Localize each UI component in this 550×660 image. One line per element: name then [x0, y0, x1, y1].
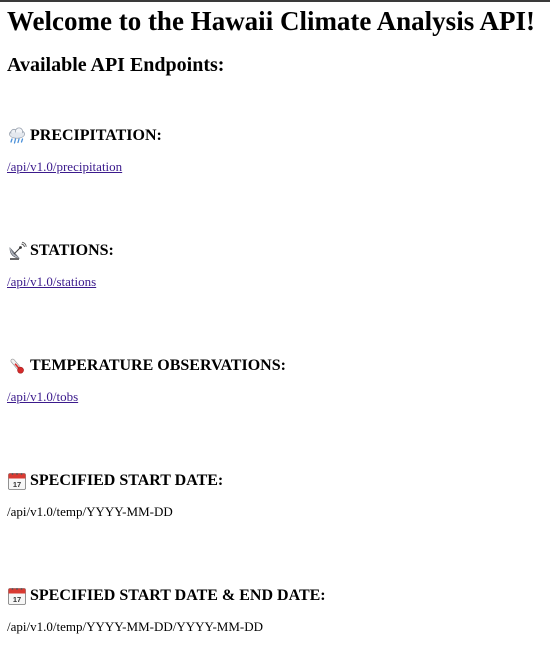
endpoint-label: TEMPERATURE OBSERVATIONS: [30, 357, 286, 374]
endpoint-heading: 17 SPECIFIED START DATE & END DATE: [7, 585, 547, 607]
endpoint-heading: TEMPERATURE OBSERVATIONS: [7, 355, 547, 377]
endpoint-label: SPECIFIED START DATE & END DATE: [30, 587, 326, 604]
endpoint-path-text: /api/v1.0/temp/YYYY-MM-DD/YYYY-MM-DD [7, 619, 264, 634]
calendar-icon: 17 [7, 471, 27, 491]
endpoint-temperature-observations: TEMPERATURE OBSERVATIONS: /api/v1.0/tobs [7, 355, 547, 406]
rain-cloud-icon [7, 126, 27, 146]
endpoint-start-date: 17 SPECIFIED START DATE: /api/v1.0/temp/… [7, 470, 547, 521]
top-border [0, 0, 550, 2]
endpoint-label: PRECIPITATION: [30, 127, 162, 144]
endpoint-link[interactable]: /api/v1.0/stations [7, 274, 96, 290]
endpoint-link[interactable]: /api/v1.0/tobs [7, 389, 78, 405]
calendar-icon: 17 [7, 586, 27, 606]
svg-text:17: 17 [13, 595, 21, 604]
endpoint-heading: PRECIPITATION: [7, 125, 547, 147]
endpoint-path-text: /api/v1.0/temp/YYYY-MM-DD [7, 504, 173, 519]
endpoint-heading: 17 SPECIFIED START DATE: [7, 470, 547, 492]
thermometer-icon [7, 356, 27, 376]
endpoint-heading: STATIONS: [7, 240, 547, 262]
endpoint-stations: STATIONS: /api/v1.0/stations [7, 240, 547, 291]
satellite-dish-icon [7, 241, 27, 261]
endpoint-start-end-date: 17 SPECIFIED START DATE & END DATE: /api… [7, 585, 547, 636]
endpoint-label: SPECIFIED START DATE: [30, 472, 224, 489]
endpoint-link[interactable]: /api/v1.0/precipitation [7, 159, 122, 175]
page-title: Welcome to the Hawaii Climate Analysis A… [7, 6, 535, 36]
endpoint-label: STATIONS: [30, 242, 114, 259]
section-title: Available API Endpoints: [7, 54, 225, 76]
svg-text:17: 17 [13, 480, 21, 489]
endpoint-precipitation: PRECIPITATION: /api/v1.0/precipitation [7, 125, 547, 176]
